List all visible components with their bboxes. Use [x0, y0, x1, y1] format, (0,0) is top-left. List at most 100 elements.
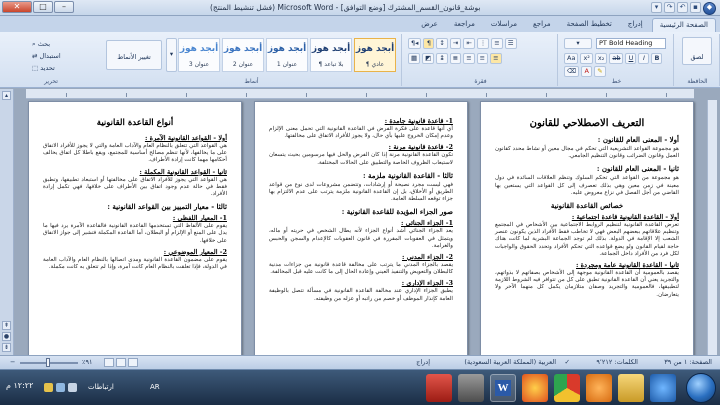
tab-page-layout[interactable]: تخطيط الصفحة [560, 18, 619, 32]
sort-icon[interactable]: ↕ [436, 38, 448, 49]
italic-icon[interactable]: I [638, 53, 650, 64]
style-sample: أبجد هوز [355, 44, 395, 54]
word-count[interactable]: الكلمات: ٩٬٢١٢ [596, 358, 638, 366]
next-page-icon[interactable]: ⇟ [2, 343, 11, 352]
paste-button[interactable]: لصق [682, 37, 712, 65]
superscript-icon[interactable]: x² [580, 53, 593, 64]
style-heading-3[interactable]: أبجد هوز عنوان 3 [178, 38, 220, 72]
font-color-icon[interactable]: A [581, 66, 593, 77]
redo-icon[interactable]: ↷ [664, 2, 675, 13]
styles-more-icon[interactable]: ▾ [166, 38, 177, 72]
font-size-select[interactable]: ▾ [564, 38, 592, 49]
explorer-taskbar-icon[interactable] [618, 374, 644, 402]
media-player-taskbar-icon[interactable] [586, 374, 612, 402]
numbering-icon[interactable]: ≡ [491, 38, 503, 49]
language-indicator[interactable]: العربية (المملكة العربية السعودية) [464, 358, 556, 366]
tray-language[interactable]: AR [150, 383, 160, 391]
tab-references[interactable]: مراجع [526, 18, 558, 32]
tab-view[interactable]: عرض [414, 18, 445, 32]
paragraph: يقصد بالجزاء المدني ما يترتب على مخالفة … [269, 262, 453, 276]
clear-formatting-icon[interactable]: ⌫ [564, 66, 580, 77]
document-page-3[interactable]: أنواع القاعدة القانونية أولا - القواعد ا… [28, 101, 242, 365]
network-icon[interactable] [56, 383, 65, 392]
style-no-spacing[interactable]: أبجد هوز ¶ بلا تباعد [310, 38, 352, 72]
zoom-out-icon[interactable]: − [10, 358, 15, 366]
bullets-icon[interactable]: ☰ [504, 38, 517, 49]
replace-button[interactable]: ⇄ استبدال [32, 52, 61, 60]
scroll-up-icon[interactable]: ▴ [2, 91, 11, 100]
align-center-icon[interactable]: ≡ [476, 53, 489, 64]
font-group: PT Bold Heading ▾ B I U ab x₂ x² Aa ✎ A … [560, 34, 674, 86]
zoom-level[interactable]: ٪٩١ [82, 358, 92, 366]
paragraph: أي أنها قاعدة على فكرة الفرض في القاعدة … [269, 126, 453, 140]
multilevel-list-icon[interactable]: ⋮ [476, 38, 490, 49]
select-icon: ⬚ [32, 64, 41, 72]
justify-icon[interactable]: ≣ [449, 53, 462, 64]
clipboard-group-label: الحافظة [687, 78, 708, 85]
tab-mailings[interactable]: مراسلات [484, 18, 524, 32]
highlight-icon[interactable]: ✎ [594, 66, 606, 77]
show-marks-icon[interactable]: ¶ [423, 38, 435, 49]
rtl-direction-icon[interactable]: ¶◂ [408, 38, 422, 49]
tab-home[interactable]: الصفحة الرئيسية [651, 18, 716, 32]
change-case-icon[interactable]: Aa [564, 53, 579, 64]
paragraph: هي القواعد التي تتعلق بالنظام العام والآ… [43, 143, 227, 164]
firefox-taskbar-icon[interactable] [522, 374, 548, 402]
maximize-button[interactable]: □ [33, 1, 53, 13]
word-taskbar-icon[interactable]: W [490, 374, 516, 402]
bold-icon[interactable]: B [651, 53, 663, 64]
close-button[interactable]: ✕ [2, 1, 32, 13]
vertical-scrollbar[interactable]: ▴ ⇞ ● ⇟ [0, 89, 14, 355]
title-bar: ✕ □ – بوشة_قانون_القسم_المشترك [وضع التو… [0, 0, 720, 16]
ie-taskbar-icon[interactable] [650, 374, 676, 402]
page-count[interactable]: الصفحة: ١ من ٣٩ [664, 358, 712, 366]
align-left-icon[interactable]: ≡ [463, 53, 475, 64]
start-button[interactable] [686, 373, 716, 403]
proofing-icon[interactable]: ✓ [565, 358, 570, 366]
select-button[interactable]: ⬚ تحديد [32, 64, 55, 72]
document-page-1[interactable]: التعريف الاصطلاحي للقانون أولا - المعنى … [480, 101, 694, 365]
line-spacing-icon[interactable]: ↨ [436, 53, 448, 64]
zoom-slider-handle[interactable] [46, 358, 50, 367]
subsection-heading: 1- الجزاء الجنائي : [401, 219, 453, 228]
app-taskbar-icon[interactable] [458, 374, 484, 402]
style-heading-1[interactable]: أبجد هوز عنوان 1 [266, 38, 308, 72]
office-button[interactable]: ◆ [703, 2, 716, 15]
app-taskbar-icon[interactable] [426, 374, 452, 402]
style-heading-2[interactable]: أبجد هوز عنوان 2 [222, 38, 264, 72]
insert-mode[interactable]: إدراج [416, 358, 430, 366]
horizontal-ruler[interactable] [26, 89, 694, 99]
previous-page-icon[interactable]: ⇞ [2, 321, 11, 330]
chrome-taskbar-icon[interactable] [554, 374, 580, 402]
increase-indent-icon[interactable]: ⇥ [449, 38, 462, 49]
print-layout-icon[interactable] [128, 358, 138, 367]
tab-insert[interactable]: إدراج [621, 18, 650, 32]
web-layout-icon[interactable] [104, 358, 114, 367]
change-styles-button[interactable]: تغيير الأنماط [106, 40, 162, 70]
shading-icon[interactable]: ◩ [422, 53, 435, 64]
save-icon[interactable]: ▪ [690, 2, 701, 13]
font-name-select[interactable]: PT Bold Heading [596, 38, 666, 49]
undo-icon[interactable]: ↶ [677, 2, 688, 13]
subscript-icon[interactable]: x₂ [594, 53, 608, 64]
full-screen-reading-icon[interactable] [116, 358, 126, 367]
taskbar-clock[interactable]: ١٢:٢٢ م [6, 381, 33, 390]
underline-icon[interactable]: U [625, 53, 637, 64]
flag-icon[interactable] [44, 383, 53, 392]
style-sample: أبجد هوز [267, 44, 307, 54]
find-button[interactable]: ⌕ بحث [32, 40, 50, 49]
minimize-button[interactable]: – [54, 1, 74, 13]
customize-qat-icon[interactable]: ▾ [651, 2, 662, 13]
decrease-indent-icon[interactable]: ⇤ [463, 38, 475, 49]
borders-icon[interactable]: ▦ [408, 53, 421, 64]
volume-icon[interactable] [68, 383, 77, 392]
document-page-2[interactable]: 1- قاعدة قانونية جامدة : أي أنها قاعدة ع… [254, 101, 468, 365]
align-right-icon[interactable]: ≡ [490, 53, 502, 64]
vertical-ruler[interactable] [707, 100, 717, 355]
tray-links-label[interactable]: ارتباطات [88, 383, 114, 391]
strikethrough-icon[interactable]: ab [609, 53, 624, 64]
style-normal[interactable]: أبجد هوز ¶ عادي [354, 38, 396, 72]
browse-object-icon[interactable]: ● [2, 332, 11, 341]
tab-review[interactable]: مراجعة [447, 18, 482, 32]
ruler-tick [426, 93, 427, 97]
